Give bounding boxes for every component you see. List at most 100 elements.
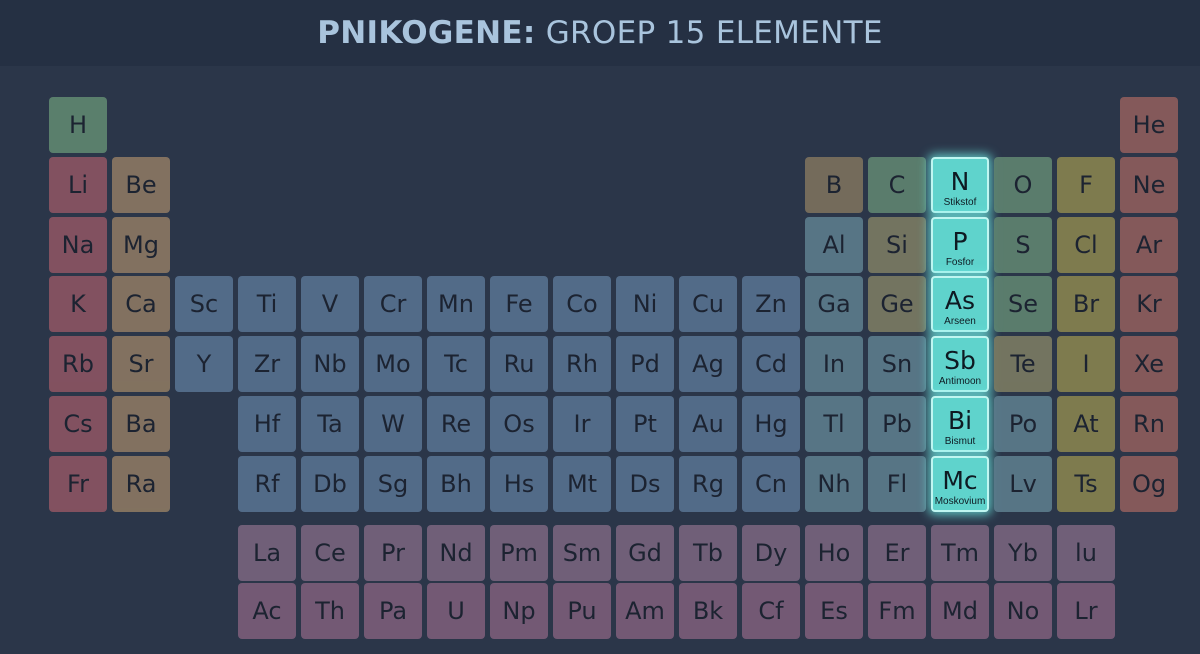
element-cell-ti[interactable]: Ti	[238, 276, 296, 333]
element-cell-th[interactable]: Th	[301, 583, 359, 639]
element-cell-rb[interactable]: Rb	[49, 336, 107, 393]
element-cell-rh[interactable]: Rh	[553, 336, 611, 393]
element-cell-na[interactable]: Na	[49, 216, 107, 273]
element-cell-lu[interactable]: lu	[1057, 525, 1115, 581]
element-cell-pu[interactable]: Pu	[553, 583, 611, 639]
element-cell-au[interactable]: Au	[679, 396, 737, 452]
element-cell-cd[interactable]: Cd	[742, 336, 800, 393]
element-cell-v[interactable]: V	[301, 276, 359, 333]
element-cell-bh[interactable]: Bh	[427, 455, 485, 512]
element-cell-cl[interactable]: Cl	[1057, 216, 1115, 273]
element-cell-db[interactable]: Db	[301, 455, 359, 512]
element-cell-lr[interactable]: Lr	[1057, 583, 1115, 639]
element-cell-ni[interactable]: Ni	[616, 276, 674, 333]
element-cell-nh[interactable]: Nh	[805, 455, 863, 512]
element-cell-be[interactable]: Be	[112, 156, 170, 213]
element-cell-sm[interactable]: Sm	[553, 525, 611, 581]
element-cell-ga[interactable]: Ga	[805, 276, 863, 333]
element-cell-md[interactable]: Md	[931, 583, 989, 639]
element-cell-tc[interactable]: Tc	[427, 336, 485, 393]
element-cell-k[interactable]: K	[49, 276, 107, 333]
element-cell-zn[interactable]: Zn	[742, 276, 800, 333]
element-cell-og[interactable]: Og	[1120, 455, 1178, 512]
element-cell-ag[interactable]: Ag	[679, 336, 737, 393]
element-cell-fl[interactable]: Fl	[868, 455, 926, 512]
element-cell-br[interactable]: Br	[1057, 276, 1115, 333]
element-cell-mc[interactable]: Mc Moskovium	[931, 455, 989, 512]
element-cell-p[interactable]: P Fosfor	[931, 216, 989, 273]
element-cell-w[interactable]: W	[364, 396, 422, 452]
element-cell-po[interactable]: Po	[994, 396, 1052, 452]
element-cell-o[interactable]: O	[994, 156, 1052, 213]
element-cell-nb[interactable]: Nb	[301, 336, 359, 393]
element-cell-cr[interactable]: Cr	[364, 276, 422, 333]
element-cell-er[interactable]: Er	[868, 525, 926, 581]
element-cell-sr[interactable]: Sr	[112, 336, 170, 393]
element-cell-f[interactable]: F	[1057, 156, 1115, 213]
element-cell-pr[interactable]: Pr	[364, 525, 422, 581]
element-cell-hf[interactable]: Hf	[238, 396, 296, 452]
element-cell-bi[interactable]: Bi Bismut	[931, 396, 989, 452]
element-cell-sg[interactable]: Sg	[364, 455, 422, 512]
element-cell-in[interactable]: In	[805, 336, 863, 393]
element-cell-h[interactable]: H	[49, 97, 107, 153]
element-cell-pa[interactable]: Pa	[364, 583, 422, 639]
element-cell-mn[interactable]: Mn	[427, 276, 485, 333]
element-cell-s[interactable]: S	[994, 216, 1052, 273]
element-cell-pb[interactable]: Pb	[868, 396, 926, 452]
element-cell-tm[interactable]: Tm	[931, 525, 989, 581]
element-cell-cf[interactable]: Cf	[742, 583, 800, 639]
element-cell-b[interactable]: B	[805, 156, 863, 213]
element-cell-cn[interactable]: Cn	[742, 455, 800, 512]
element-cell-mo[interactable]: Mo	[364, 336, 422, 393]
element-cell-si[interactable]: Si	[868, 216, 926, 273]
element-cell-yb[interactable]: Yb	[994, 525, 1052, 581]
element-cell-al[interactable]: Al	[805, 216, 863, 273]
element-cell-no[interactable]: No	[994, 583, 1052, 639]
element-cell-y[interactable]: Y	[175, 336, 233, 393]
element-cell-rg[interactable]: Rg	[679, 455, 737, 512]
element-cell-he[interactable]: He	[1120, 97, 1178, 153]
element-cell-ge[interactable]: Ge	[868, 276, 926, 333]
element-cell-ra[interactable]: Ra	[112, 455, 170, 512]
element-cell-cu[interactable]: Cu	[679, 276, 737, 333]
element-cell-pd[interactable]: Pd	[616, 336, 674, 393]
element-cell-es[interactable]: Es	[805, 583, 863, 639]
element-cell-sn[interactable]: Sn	[868, 336, 926, 393]
element-cell-c[interactable]: C	[868, 156, 926, 213]
element-cell-fe[interactable]: Fe	[490, 276, 548, 333]
element-cell-fr[interactable]: Fr	[49, 455, 107, 512]
element-cell-ce[interactable]: Ce	[301, 525, 359, 581]
element-cell-am[interactable]: Am	[616, 583, 674, 639]
element-cell-gd[interactable]: Gd	[616, 525, 674, 581]
element-cell-ru[interactable]: Ru	[490, 336, 548, 393]
element-cell-ho[interactable]: Ho	[805, 525, 863, 581]
element-cell-co[interactable]: Co	[553, 276, 611, 333]
element-cell-xe[interactable]: Xe	[1120, 336, 1178, 393]
element-cell-mg[interactable]: Mg	[112, 216, 170, 273]
element-cell-ir[interactable]: Ir	[553, 396, 611, 452]
element-cell-sc[interactable]: Sc	[175, 276, 233, 333]
element-cell-tl[interactable]: Tl	[805, 396, 863, 452]
element-cell-rf[interactable]: Rf	[238, 455, 296, 512]
element-cell-te[interactable]: Te	[994, 336, 1052, 393]
element-cell-pm[interactable]: Pm	[490, 525, 548, 581]
element-cell-nd[interactable]: Nd	[427, 525, 485, 581]
element-cell-ds[interactable]: Ds	[616, 455, 674, 512]
element-cell-ca[interactable]: Ca	[112, 276, 170, 333]
element-cell-kr[interactable]: Kr	[1120, 276, 1178, 333]
element-cell-hs[interactable]: Hs	[490, 455, 548, 512]
element-cell-se[interactable]: Se	[994, 276, 1052, 333]
element-cell-ba[interactable]: Ba	[112, 396, 170, 452]
element-cell-dy[interactable]: Dy	[742, 525, 800, 581]
element-cell-n[interactable]: N Stikstof	[931, 156, 989, 213]
element-cell-ne[interactable]: Ne	[1120, 156, 1178, 213]
element-cell-mt[interactable]: Mt	[553, 455, 611, 512]
element-cell-pt[interactable]: Pt	[616, 396, 674, 452]
element-cell-la[interactable]: La	[238, 525, 296, 581]
element-cell-ta[interactable]: Ta	[301, 396, 359, 452]
element-cell-re[interactable]: Re	[427, 396, 485, 452]
element-cell-zr[interactable]: Zr	[238, 336, 296, 393]
element-cell-hg[interactable]: Hg	[742, 396, 800, 452]
element-cell-np[interactable]: Np	[490, 583, 548, 639]
